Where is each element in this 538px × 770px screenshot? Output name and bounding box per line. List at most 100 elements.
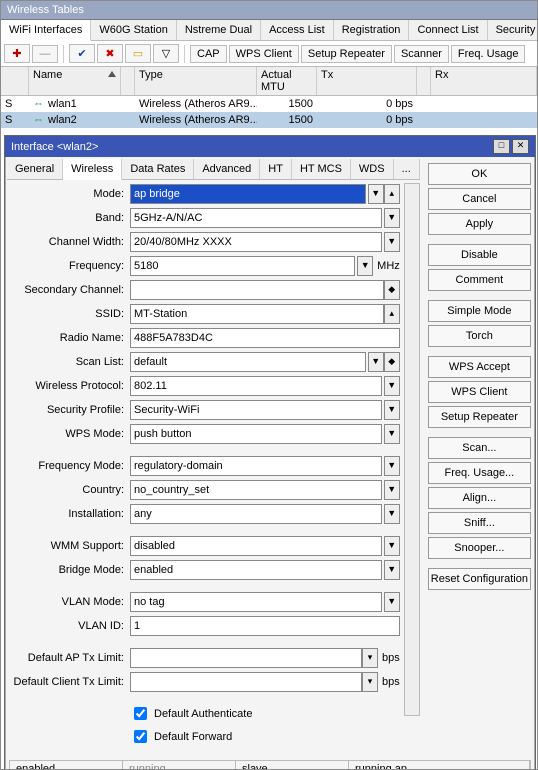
secondary-channel-field[interactable] <box>130 280 384 300</box>
tab-access-list[interactable]: Access List <box>261 20 334 40</box>
tab-ht[interactable]: HT <box>260 159 292 179</box>
freq-usage-button[interactable]: Freq. Usage... <box>428 462 531 484</box>
table-row[interactable]: S ⇔wlan2 Wireless (Atheros AR9... 1500 0… <box>1 112 537 128</box>
bridge-mode-field[interactable] <box>130 560 382 580</box>
default-client-tx-limit-field[interactable] <box>130 672 362 692</box>
disable-button[interactable]: ✖ <box>97 44 123 63</box>
installation-field[interactable] <box>130 504 382 524</box>
sniff-button[interactable]: Sniff... <box>428 512 531 534</box>
simple-mode-button[interactable]: Simple Mode <box>428 300 531 322</box>
security-profile-field[interactable] <box>130 400 382 420</box>
mode-field[interactable] <box>130 184 366 204</box>
collapse-icon[interactable]: ▾ <box>362 672 378 692</box>
setup-repeater-button[interactable]: Setup Repeater <box>301 45 392 63</box>
dropdown-icon[interactable]: ▼ <box>384 376 400 396</box>
collapse-icon[interactable]: ▾ <box>362 648 378 668</box>
setup-repeater-button[interactable]: Setup Repeater <box>428 406 531 428</box>
band-field[interactable] <box>130 208 382 228</box>
col-spacer2[interactable] <box>417 67 431 95</box>
installation-label: Installation: <box>9 508 130 520</box>
frequency-mode-field[interactable] <box>130 456 382 476</box>
tab-wireless[interactable]: Wireless <box>63 159 122 180</box>
vlan-mode-field[interactable] <box>130 592 382 612</box>
torch-button[interactable]: Torch <box>428 325 531 347</box>
expand-icon[interactable]: ▴ <box>384 184 400 204</box>
dropdown-icon[interactable]: ▼ <box>368 184 384 204</box>
channel-width-field[interactable] <box>130 232 382 252</box>
dropdown-icon[interactable]: ▼ <box>384 424 400 444</box>
wps-client-button[interactable]: WPS Client <box>428 381 531 403</box>
default-ap-tx-limit-field[interactable] <box>130 648 362 668</box>
dropdown-icon[interactable]: ▼ <box>384 456 400 476</box>
wmm-support-field[interactable] <box>130 536 382 556</box>
disable-button[interactable]: Disable <box>428 244 531 266</box>
tab-data-rates[interactable]: Data Rates <box>122 159 194 179</box>
tab-registration[interactable]: Registration <box>334 20 410 40</box>
cap-button[interactable]: CAP <box>190 45 227 63</box>
tab-security-profile[interactable]: Security Profile <box>488 20 538 40</box>
wps-accept-button[interactable]: WPS Accept <box>428 356 531 378</box>
tab-w60g-station[interactable]: W60G Station <box>91 20 176 40</box>
wps-client-button[interactable]: WPS Client <box>229 45 299 63</box>
tab-advanced[interactable]: Advanced <box>194 159 260 179</box>
scrollbar[interactable] <box>404 183 420 716</box>
status-bar: enabled running slave running ap <box>9 760 531 770</box>
snooper-button[interactable]: Snooper... <box>428 537 531 559</box>
collapse-icon[interactable]: ◆ <box>384 280 400 300</box>
align-button[interactable]: Align... <box>428 487 531 509</box>
comment-button[interactable]: ▭ <box>125 44 151 63</box>
scan-list-field[interactable] <box>130 352 366 372</box>
frequency-field[interactable] <box>130 256 355 276</box>
table-row[interactable]: S ⇔wlan1 Wireless (Atheros AR9... 1500 0… <box>1 96 537 112</box>
vlan-id-field[interactable] <box>130 616 400 636</box>
ok-button[interactable]: OK <box>428 163 531 185</box>
dropdown-icon[interactable]: ▼ <box>357 256 373 276</box>
tab-ht-mcs[interactable]: HT MCS <box>292 159 351 179</box>
col-name[interactable]: Name <box>29 67 121 95</box>
dropdown-icon[interactable]: ▼ <box>384 232 400 252</box>
col-actual-mtu[interactable]: Actual MTU <box>257 67 317 95</box>
tab-general[interactable]: General <box>7 159 63 179</box>
col-type[interactable]: Type <box>135 67 257 95</box>
default-forward-checkbox[interactable]: Default Forward <box>130 727 232 746</box>
enable-button[interactable]: ✔ <box>69 44 95 63</box>
cancel-button[interactable]: Cancel <box>428 188 531 210</box>
collapse-icon[interactable]: ◆ <box>384 352 400 372</box>
dropdown-icon[interactable]: ▼ <box>384 536 400 556</box>
reset-configuration-button[interactable]: Reset Configuration <box>428 568 531 590</box>
tab-wifi-interfaces[interactable]: WiFi Interfaces <box>1 20 91 41</box>
freq-usage-button[interactable]: Freq. Usage <box>451 45 526 63</box>
col-flags[interactable] <box>1 67 29 95</box>
dropdown-icon[interactable]: ▼ <box>384 560 400 580</box>
tab-connect-list[interactable]: Connect List <box>409 20 487 40</box>
apply-button[interactable]: Apply <box>428 213 531 235</box>
tab-more[interactable]: ... <box>394 159 420 179</box>
wireless-protocol-field[interactable] <box>130 376 382 396</box>
col-tx[interactable]: Tx <box>317 67 417 95</box>
close-icon[interactable]: ✕ <box>512 139 529 154</box>
col-rx[interactable]: Rx <box>431 67 537 95</box>
dropdown-icon[interactable]: ▼ <box>384 592 400 612</box>
radio-name-field[interactable] <box>130 328 400 348</box>
add-button[interactable]: ✚ <box>4 44 30 63</box>
tab-wds[interactable]: WDS <box>351 159 394 179</box>
expand-icon[interactable]: ▴ <box>384 304 400 324</box>
col-spacer[interactable] <box>121 67 135 95</box>
comment-button[interactable]: Comment <box>428 269 531 291</box>
dropdown-icon[interactable]: ▼ <box>384 504 400 524</box>
tab-nstreme-dual[interactable]: Nstreme Dual <box>177 20 261 40</box>
dropdown-icon[interactable]: ▼ <box>368 352 384 372</box>
restore-icon[interactable]: □ <box>493 139 510 154</box>
country-field[interactable] <box>130 480 382 500</box>
dialog-titlebar[interactable]: Interface <wlan2> □ ✕ <box>5 136 535 157</box>
ssid-field[interactable] <box>130 304 384 324</box>
scan-button[interactable]: Scan... <box>428 437 531 459</box>
wps-mode-field[interactable] <box>130 424 382 444</box>
filter-button[interactable]: ▽ <box>153 44 179 63</box>
remove-button[interactable]: — <box>32 45 58 63</box>
default-authenticate-checkbox[interactable]: Default Authenticate <box>130 704 252 723</box>
dropdown-icon[interactable]: ▼ <box>384 208 400 228</box>
dropdown-icon[interactable]: ▼ <box>384 400 400 420</box>
dropdown-icon[interactable]: ▼ <box>384 480 400 500</box>
scanner-button[interactable]: Scanner <box>394 45 449 63</box>
